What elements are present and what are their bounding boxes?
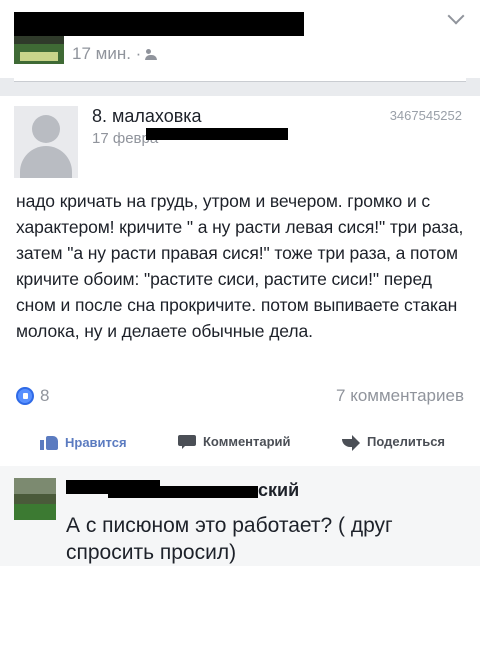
redacted-date (146, 128, 288, 140)
shared-post: 8. малаховка 3467545252 17 февра надо кр… (0, 96, 480, 466)
post-divider (0, 78, 480, 96)
like-count-text: 8 (40, 386, 50, 405)
repost-time-text: 17 мин. · (72, 44, 142, 63)
divider-line (14, 78, 466, 82)
author-name[interactable]: 8. малаховка (92, 106, 202, 127)
share-button-label: Поделиться (367, 434, 446, 449)
default-avatar-head (32, 115, 60, 143)
commenter-name-suffix[interactable]: ский (258, 480, 299, 501)
commenter-avatar[interactable] (14, 478, 56, 520)
share-button[interactable]: Поделиться (342, 434, 446, 451)
thumbs-up-icon (40, 434, 58, 450)
chevron-down-icon[interactable] (447, 7, 465, 25)
redacted-commenter-name-part2 (108, 486, 258, 498)
share-arrow-icon (342, 434, 360, 451)
post-body-text: надо кричать на грудь, утром и вечером. … (16, 191, 464, 341)
comment-item: ский А с писюном это работает? ( друг сп… (0, 466, 480, 566)
author-avatar[interactable] (14, 106, 78, 178)
like-reaction-icon (16, 387, 34, 405)
post-id: 3467545252 (389, 108, 462, 123)
post-actions-bar: Нравится Комментарий Поделиться (0, 430, 480, 460)
comment-count[interactable]: 7 комментариев (336, 386, 464, 406)
commenter-photo-sky (14, 478, 56, 494)
redacted-reposter-name (14, 12, 304, 36)
like-button[interactable]: Нравится (40, 434, 127, 450)
like-count[interactable]: 8 (16, 386, 49, 406)
comment-button-label: Комментарий (203, 434, 291, 449)
repost-header: 17 мин. · (0, 0, 480, 78)
repost-timestamp[interactable]: 17 мин. · (72, 44, 159, 64)
friends-audience-icon (145, 47, 159, 61)
comment-bubble-icon (178, 434, 196, 449)
comment-button[interactable]: Комментарий (178, 434, 291, 449)
avatar-photo-tag (20, 52, 58, 61)
default-avatar-shoulders (20, 146, 72, 178)
like-button-label: Нравится (65, 434, 127, 450)
comment-text: А с писюном это работает? ( друг спросит… (66, 514, 393, 564)
commenter-photo-grass (14, 504, 56, 520)
empty-area (0, 566, 480, 664)
